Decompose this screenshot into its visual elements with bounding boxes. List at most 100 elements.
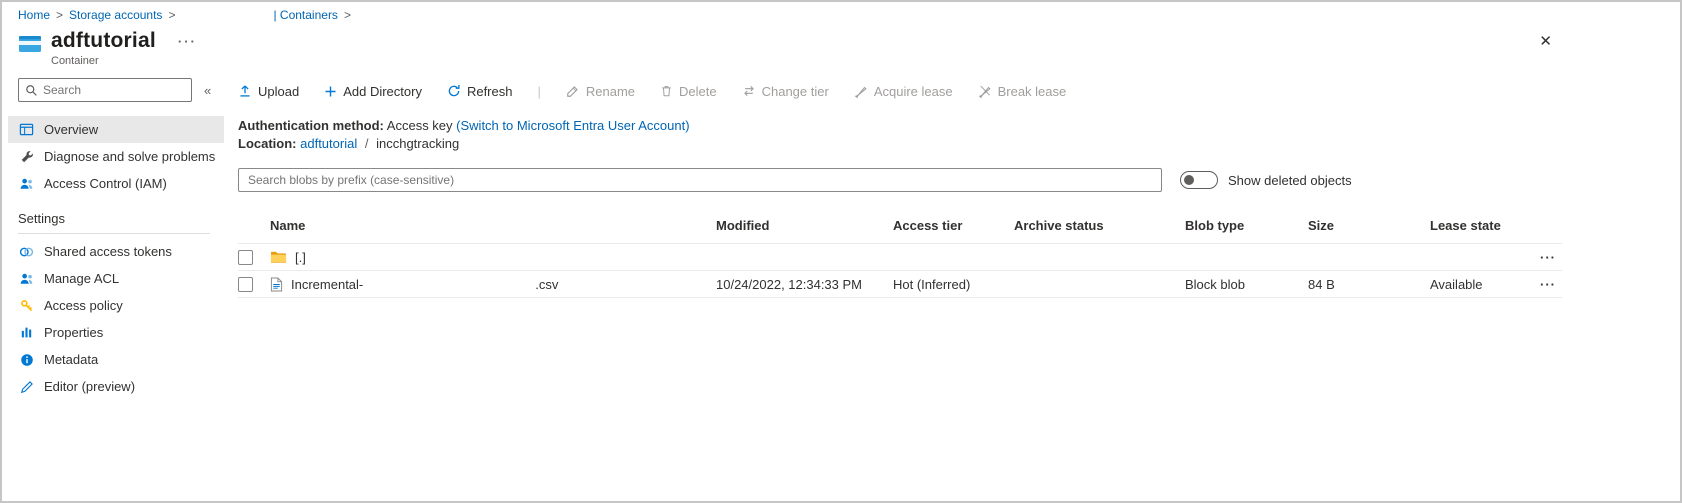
settings-section-header: Settings xyxy=(18,211,210,234)
people-icon xyxy=(18,272,35,286)
table-header-row: Name Modified Access tier Archive status… xyxy=(238,212,1562,244)
close-button[interactable]: ✕ xyxy=(1539,32,1552,50)
cell-access-tier: Hot (Inferred) xyxy=(893,271,1014,298)
blade-header: adftutorial ··· Container xyxy=(18,29,197,67)
breadcrumb-separator: > xyxy=(168,8,175,22)
change-tier-icon xyxy=(742,84,756,98)
breadcrumb-link-containers[interactable]: | Containers xyxy=(273,8,337,22)
column-header-modified: Modified xyxy=(716,212,893,244)
collapse-sidebar-button[interactable]: « xyxy=(204,83,211,98)
cell-archive-status xyxy=(1014,271,1185,298)
refresh-button[interactable]: Refresh xyxy=(447,84,513,99)
breadcrumb-separator: > xyxy=(344,8,351,22)
blob-name-extension[interactable]: .csv xyxy=(535,277,558,292)
column-header-blob-type: Blob type xyxy=(1185,212,1308,244)
row-more-button[interactable]: ··· xyxy=(1540,250,1556,265)
overview-icon xyxy=(18,122,35,137)
plus-icon xyxy=(324,85,337,98)
switch-auth-link[interactable]: (Switch to Microsoft Entra User Account) xyxy=(456,118,689,133)
cell-modified xyxy=(716,244,893,271)
sidebar-item-shared-access-tokens[interactable]: Shared access tokens xyxy=(8,238,224,265)
pencil-icon xyxy=(18,380,35,394)
refresh-label: Refresh xyxy=(467,84,513,99)
main-content: Upload Add Directory Refresh | Rename De… xyxy=(230,78,1680,298)
delete-button[interactable]: Delete xyxy=(660,84,717,99)
acquire-lease-label: Acquire lease xyxy=(874,84,953,99)
column-header-more xyxy=(1540,212,1562,244)
cell-lease-state xyxy=(1430,244,1540,271)
sidebar-item-label: Properties xyxy=(44,325,103,340)
upload-button[interactable]: Upload xyxy=(238,84,299,99)
breadcrumb-link-home[interactable]: Home xyxy=(18,8,50,22)
show-deleted-label: Show deleted objects xyxy=(1228,173,1352,188)
page-title: adftutorial xyxy=(51,29,156,53)
row-more-button[interactable]: ··· xyxy=(1540,277,1556,292)
sidebar-nav: Overview Diagnose and solve problems Acc… xyxy=(2,116,230,400)
file-icon xyxy=(270,277,283,292)
breadcrumb: Home>Storage accounts>| Containers> xyxy=(18,8,357,22)
blob-name-prefix[interactable]: Incremental- xyxy=(291,277,363,292)
location-container-link[interactable]: adftutorial xyxy=(300,136,357,151)
sidebar-item-overview[interactable]: Overview xyxy=(8,116,224,143)
sidebar-search-input[interactable] xyxy=(43,83,185,97)
column-header-lease-state: Lease state xyxy=(1430,212,1540,244)
table-row-parent-folder[interactable]: [.] ··· xyxy=(238,244,1562,271)
cell-access-tier xyxy=(893,244,1014,271)
key-icon xyxy=(18,299,35,313)
search-icon xyxy=(25,84,38,97)
upload-icon xyxy=(238,84,252,98)
cell-blob-type: Block blob xyxy=(1185,271,1308,298)
sidebar-item-label: Overview xyxy=(44,122,98,137)
toggle-knob xyxy=(1184,175,1194,185)
row-checkbox[interactable] xyxy=(238,277,253,292)
add-directory-button[interactable]: Add Directory xyxy=(324,84,422,99)
cell-size xyxy=(1308,244,1430,271)
trash-icon xyxy=(660,84,673,98)
change-tier-button[interactable]: Change tier xyxy=(742,84,829,99)
location-folder: incchgtracking xyxy=(376,136,459,151)
sidebar-item-access-control-iam[interactable]: Access Control (IAM) xyxy=(8,170,224,197)
row-checkbox[interactable] xyxy=(238,250,253,265)
sidebar-item-manage-acl[interactable]: Manage ACL xyxy=(8,265,224,292)
bars-icon xyxy=(18,326,35,339)
show-deleted-toggle[interactable] xyxy=(1180,171,1218,189)
sidebar-item-properties[interactable]: Properties xyxy=(8,319,224,346)
people-icon xyxy=(18,177,35,191)
rename-button[interactable]: Rename xyxy=(566,84,635,99)
auth-method-label: Authentication method: xyxy=(238,118,384,133)
column-header-archive-status: Archive status xyxy=(1014,212,1185,244)
breadcrumb-link-storage-accounts[interactable]: Storage accounts xyxy=(69,8,162,22)
sidebar: « Overview Diagnose and solve problems A… xyxy=(2,78,230,400)
sidebar-item-access-policy[interactable]: Access policy xyxy=(8,292,224,319)
location-line: Location: adftutorial / incchgtracking xyxy=(238,135,1680,153)
filter-row: Show deleted objects xyxy=(230,168,1680,192)
blob-prefix-search-input[interactable] xyxy=(238,168,1162,192)
sidebar-item-label: Editor (preview) xyxy=(44,379,135,394)
location-label: Location: xyxy=(238,136,297,151)
cell-blob-type xyxy=(1185,244,1308,271)
sidebar-item-label: Access policy xyxy=(44,298,123,313)
cell-archive-status xyxy=(1014,244,1185,271)
sidebar-item-metadata[interactable]: Metadata xyxy=(8,346,224,373)
delete-label: Delete xyxy=(679,84,717,99)
title-more-button[interactable]: ··· xyxy=(178,34,197,49)
acquire-lease-icon xyxy=(854,84,868,98)
refresh-icon xyxy=(447,84,461,98)
sidebar-search-box xyxy=(18,78,192,102)
blob-table: Name Modified Access tier Archive status… xyxy=(238,212,1562,298)
page-subtitle: Container xyxy=(51,55,197,67)
acquire-lease-button[interactable]: Acquire lease xyxy=(854,84,953,99)
break-lease-label: Break lease xyxy=(998,84,1067,99)
sidebar-item-diagnose[interactable]: Diagnose and solve problems xyxy=(8,143,224,170)
info-icon xyxy=(18,353,35,367)
tokens-icon xyxy=(18,246,35,258)
sidebar-item-label: Shared access tokens xyxy=(44,244,172,259)
folder-icon xyxy=(270,250,287,264)
break-lease-button[interactable]: Break lease xyxy=(978,84,1067,99)
column-header-select xyxy=(238,212,270,244)
blob-table-wrap: Name Modified Access tier Archive status… xyxy=(230,212,1680,298)
folder-name[interactable]: [.] xyxy=(295,250,306,265)
table-row-blob[interactable]: Incremental- .csv 10/24/2022, 12:34:33 P… xyxy=(238,271,1562,298)
change-tier-label: Change tier xyxy=(762,84,829,99)
sidebar-item-editor-preview[interactable]: Editor (preview) xyxy=(8,373,224,400)
